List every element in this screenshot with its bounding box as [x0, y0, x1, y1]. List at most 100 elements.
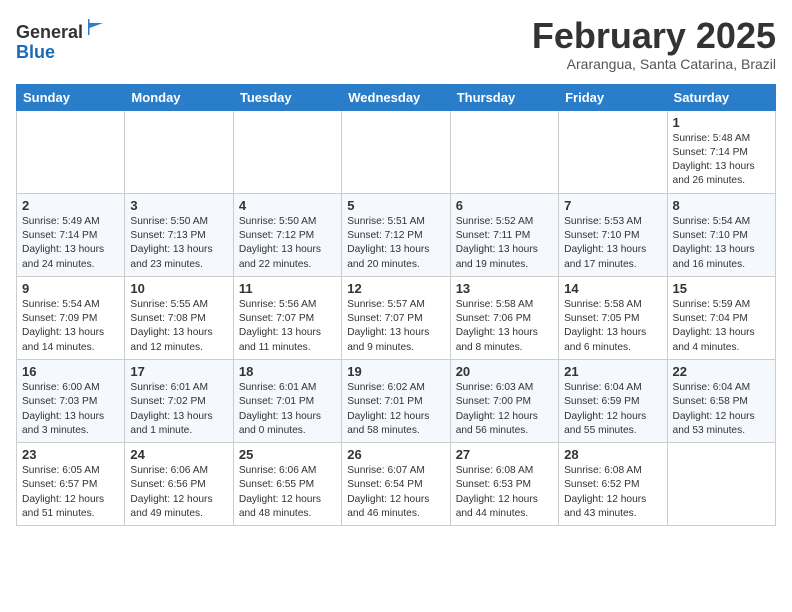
logo-general-text: General: [16, 22, 83, 42]
calendar-cell: 18 Sunrise: 6:01 AM Sunset: 7:01 PM Dayli…: [233, 359, 341, 442]
calendar-cell: 25Sunrise: 6:06 AM Sunset: 6:55 PM Dayli…: [233, 443, 341, 526]
day-number: 3: [130, 198, 227, 213]
day-number: 13: [456, 281, 553, 296]
day-number: 12: [347, 281, 444, 296]
day-info: Sunrise: 5:50 AM Sunset: 7:12 PM Dayligh…: [239, 215, 336, 272]
day-number: 23: [22, 447, 119, 462]
calendar-cell: [559, 110, 667, 193]
day-number: 4: [239, 198, 336, 213]
logo-blue-text: Blue: [16, 42, 55, 62]
calendar-cell: 4 Sunrise: 5:50 AM Sunset: 7:12 PM Daylig…: [233, 193, 341, 276]
day-info: Sunrise: 5:50 AM Sunset: 7:13 PM Dayligh…: [130, 215, 227, 272]
day-number: 25: [239, 447, 336, 462]
calendar-cell: 14Sunrise: 5:58 AM Sunset: 7:05 PM Dayli…: [559, 276, 667, 359]
day-number: 16: [22, 364, 119, 379]
day-info: Sunrise: 5:53 AM Sunset: 7:10 PM Dayligh…: [564, 215, 661, 272]
calendar-cell: 23 Sunrise: 6:05 AM Sunset: 6:57 PM Dayli…: [17, 443, 125, 526]
calendar-week-row: 2Sunrise: 5:49 AM Sunset: 7:14 PM Daylig…: [17, 193, 776, 276]
weekday-header-thursday: Thursday: [450, 84, 558, 110]
calendar-cell: 3 Sunrise: 5:50 AM Sunset: 7:13 PM Daylig…: [125, 193, 233, 276]
calendar-cell: 27 Sunrise: 6:08 AM Sunset: 6:53 PM Dayli…: [450, 443, 558, 526]
day-info: Sunrise: 6:01 AM Sunset: 7:02 PM Dayligh…: [130, 381, 227, 438]
page-header: General Blue February 2025 Ararangua, Sa…: [16, 16, 776, 72]
day-number: 22: [673, 364, 770, 379]
calendar-cell: 20Sunrise: 6:03 AM Sunset: 7:00 PM Dayli…: [450, 359, 558, 442]
calendar-cell: 1 Sunrise: 5:48 AM Sunset: 7:14 PM Daylig…: [667, 110, 775, 193]
calendar-table: SundayMondayTuesdayWednesdayThursdayFrid…: [16, 84, 776, 527]
day-number: 21: [564, 364, 661, 379]
day-number: 11: [239, 281, 336, 296]
day-info: Sunrise: 5:48 AM Sunset: 7:14 PM Dayligh…: [673, 132, 770, 189]
calendar-cell: 9 Sunrise: 5:54 AM Sunset: 7:09 PM Daylig…: [17, 276, 125, 359]
day-info: Sunrise: 5:54 AM Sunset: 7:10 PM Dayligh…: [673, 215, 770, 272]
day-info: Sunrise: 6:00 AM Sunset: 7:03 PM Dayligh…: [22, 381, 119, 438]
calendar-cell: 24 Sunrise: 6:06 AM Sunset: 6:56 PM Dayli…: [125, 443, 233, 526]
day-number: 8: [673, 198, 770, 213]
day-number: 1: [673, 115, 770, 130]
logo-flag-icon: [85, 16, 107, 38]
day-info: Sunrise: 6:07 AM Sunset: 6:54 PM Dayligh…: [347, 464, 444, 521]
day-number: 27: [456, 447, 553, 462]
day-number: 10: [130, 281, 227, 296]
day-info: Sunrise: 6:08 AM Sunset: 6:53 PM Dayligh…: [456, 464, 553, 521]
day-info: Sunrise: 5:49 AM Sunset: 7:14 PM Dayligh…: [22, 215, 119, 272]
title-block: February 2025 Ararangua, Santa Catarina,…: [532, 16, 776, 72]
day-number: 15: [673, 281, 770, 296]
day-info: Sunrise: 6:04 AM Sunset: 6:58 PM Dayligh…: [673, 381, 770, 438]
day-info: Sunrise: 5:58 AM Sunset: 7:06 PM Dayligh…: [456, 298, 553, 355]
calendar-cell: 16 Sunrise: 6:00 AM Sunset: 7:03 PM Dayli…: [17, 359, 125, 442]
day-info: Sunrise: 5:57 AM Sunset: 7:07 PM Dayligh…: [347, 298, 444, 355]
day-info: Sunrise: 5:54 AM Sunset: 7:09 PM Dayligh…: [22, 298, 119, 355]
calendar-cell: 19 Sunrise: 6:02 AM Sunset: 7:01 PM Dayli…: [342, 359, 450, 442]
calendar-week-row: 1 Sunrise: 5:48 AM Sunset: 7:14 PM Daylig…: [17, 110, 776, 193]
day-number: 24: [130, 447, 227, 462]
day-number: 18: [239, 364, 336, 379]
weekday-header-wednesday: Wednesday: [342, 84, 450, 110]
day-info: Sunrise: 6:06 AM Sunset: 6:56 PM Dayligh…: [130, 464, 227, 521]
month-title: February 2025: [532, 16, 776, 56]
day-info: Sunrise: 5:52 AM Sunset: 7:11 PM Dayligh…: [456, 215, 553, 272]
calendar-cell: 6 Sunrise: 5:52 AM Sunset: 7:11 PM Daylig…: [450, 193, 558, 276]
day-number: 9: [22, 281, 119, 296]
day-info: Sunrise: 6:02 AM Sunset: 7:01 PM Dayligh…: [347, 381, 444, 438]
day-number: 7: [564, 198, 661, 213]
calendar-cell: 17 Sunrise: 6:01 AM Sunset: 7:02 PM Dayli…: [125, 359, 233, 442]
calendar-cell: 12 Sunrise: 5:57 AM Sunset: 7:07 PM Dayli…: [342, 276, 450, 359]
day-info: Sunrise: 5:59 AM Sunset: 7:04 PM Dayligh…: [673, 298, 770, 355]
day-info: Sunrise: 6:08 AM Sunset: 6:52 PM Dayligh…: [564, 464, 661, 521]
calendar-cell: 10Sunrise: 5:55 AM Sunset: 7:08 PM Dayli…: [125, 276, 233, 359]
day-info: Sunrise: 6:01 AM Sunset: 7:01 PM Dayligh…: [239, 381, 336, 438]
day-info: Sunrise: 5:58 AM Sunset: 7:05 PM Dayligh…: [564, 298, 661, 355]
calendar-week-row: 16 Sunrise: 6:00 AM Sunset: 7:03 PM Dayli…: [17, 359, 776, 442]
calendar-cell: [450, 110, 558, 193]
day-number: 28: [564, 447, 661, 462]
location-text: Ararangua, Santa Catarina, Brazil: [532, 56, 776, 72]
weekday-header-friday: Friday: [559, 84, 667, 110]
calendar-cell: 7 Sunrise: 5:53 AM Sunset: 7:10 PM Daylig…: [559, 193, 667, 276]
calendar-cell: 22 Sunrise: 6:04 AM Sunset: 6:58 PM Dayli…: [667, 359, 775, 442]
calendar-cell: 13 Sunrise: 5:58 AM Sunset: 7:06 PM Dayli…: [450, 276, 558, 359]
calendar-cell: [667, 443, 775, 526]
day-number: 5: [347, 198, 444, 213]
logo: General Blue: [16, 16, 107, 63]
weekday-header-row: SundayMondayTuesdayWednesdayThursdayFrid…: [17, 84, 776, 110]
calendar-cell: [342, 110, 450, 193]
day-number: 19: [347, 364, 444, 379]
calendar-cell: [17, 110, 125, 193]
calendar-cell: 11 Sunrise: 5:56 AM Sunset: 7:07 PM Dayli…: [233, 276, 341, 359]
calendar-cell: 8 Sunrise: 5:54 AM Sunset: 7:10 PM Daylig…: [667, 193, 775, 276]
calendar-cell: 26 Sunrise: 6:07 AM Sunset: 6:54 PM Dayli…: [342, 443, 450, 526]
day-number: 17: [130, 364, 227, 379]
day-info: Sunrise: 6:05 AM Sunset: 6:57 PM Dayligh…: [22, 464, 119, 521]
weekday-header-sunday: Sunday: [17, 84, 125, 110]
calendar-week-row: 23 Sunrise: 6:05 AM Sunset: 6:57 PM Dayli…: [17, 443, 776, 526]
day-info: Sunrise: 5:56 AM Sunset: 7:07 PM Dayligh…: [239, 298, 336, 355]
weekday-header-saturday: Saturday: [667, 84, 775, 110]
day-number: 6: [456, 198, 553, 213]
calendar-cell: 28 Sunrise: 6:08 AM Sunset: 6:52 PM Dayli…: [559, 443, 667, 526]
calendar-week-row: 9 Sunrise: 5:54 AM Sunset: 7:09 PM Daylig…: [17, 276, 776, 359]
day-number: 26: [347, 447, 444, 462]
day-info: Sunrise: 6:04 AM Sunset: 6:59 PM Dayligh…: [564, 381, 661, 438]
day-info: Sunrise: 6:03 AM Sunset: 7:00 PM Dayligh…: [456, 381, 553, 438]
calendar-cell: [233, 110, 341, 193]
